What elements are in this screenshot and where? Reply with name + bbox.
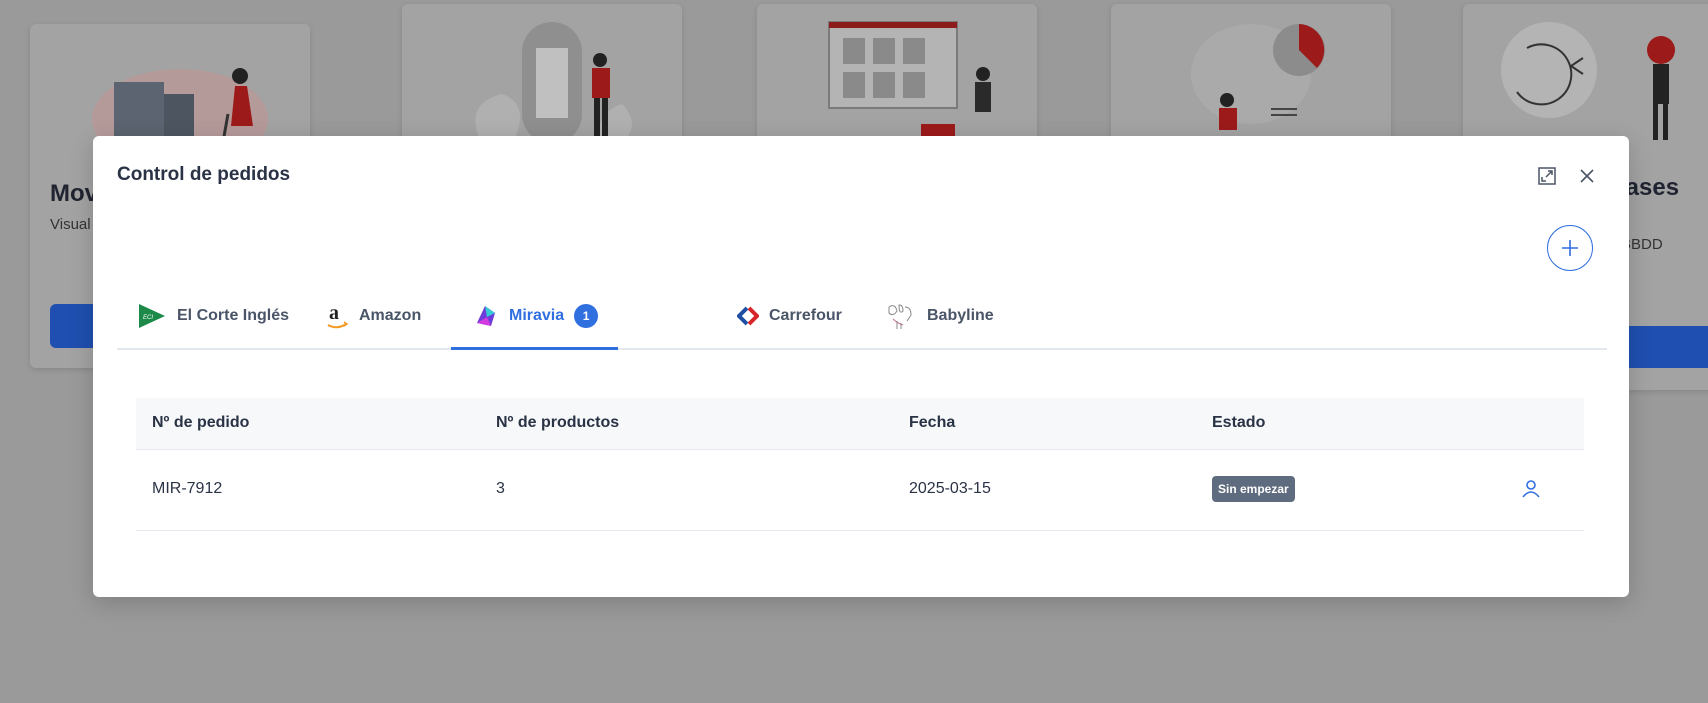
active-tab-indicator: [451, 347, 618, 350]
plus-icon: [1562, 240, 1578, 256]
svg-text:a: a: [329, 302, 339, 324]
background-card-4: [1111, 4, 1391, 154]
user-icon: [1522, 480, 1540, 498]
carrefour-logo-icon: [737, 306, 759, 326]
door-illustration: [475, 22, 632, 144]
el-corte-ingles-logo-icon: ECI: [139, 304, 165, 328]
tab-count-badge: 1: [574, 304, 599, 328]
close-icon: [1580, 169, 1594, 183]
tab-babyline[interactable]: Babyline: [885, 284, 994, 348]
babyline-logo-icon: [888, 304, 912, 329]
shop-illustration: [828, 21, 991, 144]
miravia-logo-icon: [477, 306, 495, 326]
tab-el-corte-ingles[interactable]: ECI El Corte Inglés: [137, 284, 289, 348]
column-header-date: Fecha: [909, 414, 956, 431]
order-id-cell: MIR-7912: [152, 480, 223, 497]
background-card-3: [757, 4, 1037, 154]
tab-label: Amazon: [359, 307, 422, 324]
orders-modal: Control de pedidos ECI El Corte Inglés a…: [93, 136, 1629, 597]
tab-label: Babyline: [927, 307, 994, 324]
expand-button[interactable]: [1535, 164, 1559, 188]
tab-label: Miravia: [509, 307, 565, 324]
column-header-products: Nº de productos: [496, 414, 620, 431]
svg-text:ECI: ECI: [143, 315, 153, 321]
tab-label: Carrefour: [769, 307, 842, 324]
amazon-logo-icon: a: [327, 302, 349, 329]
table-header: Nº de pedido Nº de productos Fecha Estad…: [136, 398, 1584, 450]
background-card-title: Mov: [50, 180, 98, 207]
column-header-order-id: Nº de pedido: [152, 414, 250, 431]
tab-miravia[interactable]: Miravia 1: [451, 284, 618, 350]
tabs-divider: [117, 348, 1607, 350]
date-cell: 2025-03-15: [909, 480, 991, 497]
table-row[interactable]: MIR-7912 3 2025-03-15 Sin empezar: [136, 450, 1584, 531]
add-order-button[interactable]: [1547, 225, 1593, 271]
background-card-subtitle: Visual: [50, 216, 91, 233]
tab-carrefour[interactable]: Carrefour: [737, 284, 842, 348]
tab-amazon[interactable]: a Amazon: [325, 284, 421, 348]
marketplace-tabs: ECI El Corte Inglés a Amazon Miravia 1 C…: [117, 284, 1607, 350]
status-badge: Sin empezar: [1212, 476, 1295, 502]
tab-label: El Corte Inglés: [177, 307, 290, 324]
assign-user-button[interactable]: [1520, 478, 1542, 500]
expand-icon: [1538, 167, 1556, 185]
background-card-2: [402, 4, 682, 154]
sync-person-illustration: [1501, 22, 1675, 140]
products-cell: 3: [496, 480, 505, 497]
modal-title: Control de pedidos: [117, 164, 291, 185]
chart-person-illustration: [1191, 24, 1325, 130]
close-button[interactable]: [1575, 164, 1599, 188]
column-header-status: Estado: [1212, 414, 1266, 431]
